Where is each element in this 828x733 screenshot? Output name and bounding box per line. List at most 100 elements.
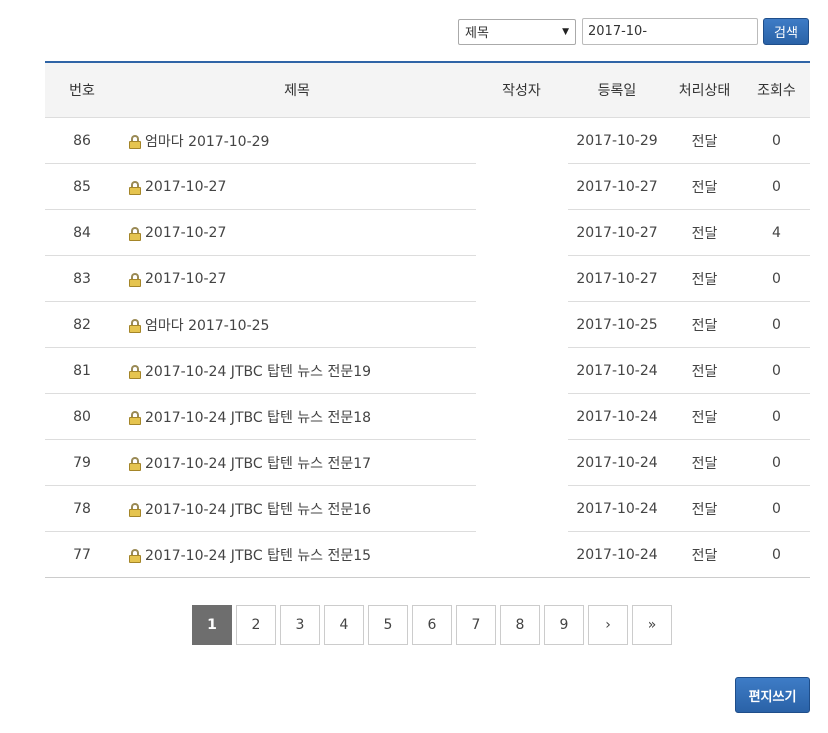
row-status: 전달 (691, 180, 718, 196)
row-date: 2017-10-27 (576, 225, 658, 241)
row-title[interactable]: 엄마다 2017-10-25 (145, 315, 269, 335)
row-date: 2017-10-27 (576, 179, 658, 195)
lock-icon (129, 319, 141, 333)
row-title[interactable]: 2017-10-24 JTBC 탑텐 뉴스 전문18 (145, 407, 371, 427)
page-1-button[interactable]: 1 (192, 605, 232, 645)
row-title-cell[interactable]: 2017-10-24 JTBC 탑텐 뉴스 전문18 (119, 407, 475, 427)
page-8-button[interactable]: 8 (500, 605, 540, 645)
lock-icon (129, 227, 141, 241)
row-status: 전달 (691, 548, 718, 564)
row-status: 전달 (691, 502, 718, 518)
lock-icon (129, 411, 141, 425)
row-views: 0 (772, 271, 781, 287)
row-views: 0 (772, 501, 781, 517)
page-6-button[interactable]: 6 (412, 605, 452, 645)
next-page-button[interactable]: › (588, 605, 628, 645)
row-title-cell[interactable]: 2017-10-24 JTBC 탑텐 뉴스 전문19 (119, 361, 475, 381)
pagination: 1 2 3 4 5 6 7 8 9 ›» (192, 605, 672, 645)
lock-icon (129, 503, 141, 517)
header-date: 등록일 (597, 83, 637, 99)
row-views: 4 (772, 225, 781, 241)
row-views: 0 (772, 133, 781, 149)
last-page-button[interactable]: » (632, 605, 672, 645)
page-9-button[interactable]: 9 (544, 605, 584, 645)
row-title-cell[interactable]: 엄마다 2017-10-25 (119, 315, 475, 335)
page-2-button[interactable]: 2 (236, 605, 276, 645)
row-title[interactable]: 2017-10-27 (145, 179, 226, 195)
row-title[interactable]: 2017-10-27 (145, 271, 226, 287)
row-number: 80 (73, 409, 91, 425)
row-views: 0 (772, 317, 781, 333)
row-status: 전달 (691, 226, 718, 242)
row-date: 2017-10-25 (576, 317, 658, 333)
row-title[interactable]: 2017-10-27 (145, 225, 226, 241)
row-date: 2017-10-24 (576, 363, 658, 379)
row-number: 79 (73, 455, 91, 471)
row-number: 81 (73, 363, 91, 379)
row-number: 85 (73, 179, 91, 195)
header-author: 작성자 (502, 83, 541, 99)
table-row[interactable]: 80 2017-10-24 JTBC 탑텐 뉴스 전문18 2017-10-24 전달… (45, 394, 810, 440)
row-title-cell[interactable]: 2017-10-24 JTBC 탑텐 뉴스 전문16 (119, 499, 475, 519)
lock-icon (129, 365, 141, 379)
lock-icon (129, 273, 141, 287)
header-status: 처리상태 (678, 83, 731, 99)
board-table: 번호 제목 작성자 등록일 처리상태 조회수 86 엄마다 2017-10-29 2… (45, 61, 810, 578)
search-button[interactable]: 검색 (763, 18, 809, 45)
row-title-cell[interactable]: 2017-10-27 (119, 271, 475, 287)
row-number: 86 (73, 133, 91, 149)
search-input[interactable] (582, 18, 758, 45)
row-views: 0 (772, 409, 781, 425)
lock-icon (129, 135, 141, 149)
chevron-down-icon: ▼ (562, 26, 569, 37)
row-title-cell[interactable]: 2017-10-27 (119, 179, 475, 195)
search-field-select[interactable]: 제목 ▼ (458, 18, 576, 45)
table-row[interactable]: 84 2017-10-27 2017-10-27 전달 4 (45, 210, 810, 256)
row-status: 전달 (691, 364, 718, 380)
row-number: 78 (73, 501, 91, 517)
row-title-cell[interactable]: 2017-10-27 (119, 225, 475, 241)
page-4-button[interactable]: 4 (324, 605, 364, 645)
table-row[interactable]: 78 2017-10-24 JTBC 탑텐 뉴스 전문16 2017-10-24 전달… (45, 486, 810, 532)
header-views: 조회수 (757, 83, 796, 99)
lock-icon (129, 549, 141, 563)
row-divider (45, 577, 810, 578)
row-title[interactable]: 2017-10-24 JTBC 탑텐 뉴스 전문17 (145, 453, 371, 473)
row-status: 전달 (691, 318, 718, 334)
row-status: 전달 (691, 410, 718, 426)
row-views: 0 (772, 363, 781, 379)
search-bar: 제목 ▼ 검색 (458, 18, 809, 45)
row-date: 2017-10-24 (576, 455, 658, 471)
table-row[interactable]: 77 2017-10-24 JTBC 탑텐 뉴스 전문15 2017-10-24 전달… (45, 532, 810, 578)
row-number: 83 (73, 271, 91, 287)
row-title[interactable]: 엄마다 2017-10-29 (145, 131, 269, 151)
row-views: 0 (772, 547, 781, 563)
row-title[interactable]: 2017-10-24 JTBC 탑텐 뉴스 전문19 (145, 361, 371, 381)
page-3-button[interactable]: 3 (280, 605, 320, 645)
table-row[interactable]: 85 2017-10-27 2017-10-27 전달 0 (45, 164, 810, 210)
row-date: 2017-10-24 (576, 501, 658, 517)
row-date: 2017-10-27 (576, 271, 658, 287)
row-title[interactable]: 2017-10-24 JTBC 탑텐 뉴스 전문15 (145, 545, 371, 565)
row-title-cell[interactable]: 엄마다 2017-10-29 (119, 131, 475, 151)
row-views: 0 (772, 179, 781, 195)
row-views: 0 (772, 455, 781, 471)
table-row[interactable]: 81 2017-10-24 JTBC 탑텐 뉴스 전문19 2017-10-24 전달… (45, 348, 810, 394)
row-status: 전달 (691, 272, 718, 288)
table-row[interactable]: 79 2017-10-24 JTBC 탑텐 뉴스 전문17 2017-10-24 전달… (45, 440, 810, 486)
row-title[interactable]: 2017-10-24 JTBC 탑텐 뉴스 전문16 (145, 499, 371, 519)
row-date: 2017-10-24 (576, 409, 658, 425)
table-row[interactable]: 82 엄마다 2017-10-25 2017-10-25 전달 0 (45, 302, 810, 348)
page-7-button[interactable]: 7 (456, 605, 496, 645)
row-status: 전달 (691, 134, 718, 150)
row-number: 82 (73, 317, 91, 333)
row-title-cell[interactable]: 2017-10-24 JTBC 탑텐 뉴스 전문15 (119, 545, 475, 565)
header-title: 제목 (284, 83, 310, 99)
write-letter-button[interactable]: 편지쓰기 (735, 677, 810, 713)
row-title-cell[interactable]: 2017-10-24 JTBC 탑텐 뉴스 전문17 (119, 453, 475, 473)
row-date: 2017-10-24 (576, 547, 658, 563)
page-5-button[interactable]: 5 (368, 605, 408, 645)
table-row[interactable]: 83 2017-10-27 2017-10-27 전달 0 (45, 256, 810, 302)
lock-icon (129, 457, 141, 471)
table-row[interactable]: 86 엄마다 2017-10-29 2017-10-29 전달 0 (45, 118, 810, 164)
